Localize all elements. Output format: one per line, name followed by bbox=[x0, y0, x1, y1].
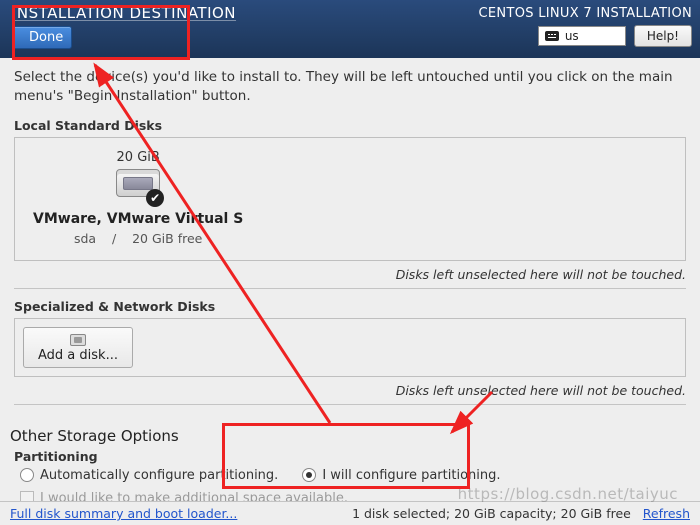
refresh-link[interactable]: Refresh bbox=[643, 506, 690, 521]
disk-free: 20 GiB free bbox=[132, 231, 202, 246]
disk-name: VMware, VMware Virtual S bbox=[33, 211, 243, 227]
disk-capacity: 20 GiB bbox=[117, 150, 160, 165]
disk-subinfo: sda / 20 GiB free bbox=[74, 231, 202, 246]
footer-status: 1 disk selected; 20 GiB capacity; 20 GiB… bbox=[352, 506, 631, 521]
full-disk-summary-link[interactable]: Full disk summary and boot loader... bbox=[10, 506, 237, 521]
footer-right: 1 disk selected; 20 GiB capacity; 20 GiB… bbox=[352, 506, 690, 521]
intro-text: Select the device(s) you'd like to insta… bbox=[0, 58, 700, 108]
radio-icon-selected bbox=[302, 468, 316, 482]
local-unselected-note: Disks left unselected here will not be t… bbox=[0, 261, 700, 284]
keyboard-layout-label: us bbox=[565, 29, 579, 43]
footer-bar: Full disk summary and boot loader... 1 d… bbox=[0, 501, 700, 525]
disk-tile[interactable]: 20 GiB ✔ VMware, VMware Virtual S sda / … bbox=[25, 146, 251, 248]
header-controls: us Help! bbox=[538, 25, 692, 47]
done-button[interactable]: Done bbox=[12, 26, 72, 49]
keyboard-icon bbox=[545, 31, 559, 41]
specialized-heading: Specialized & Network Disks bbox=[14, 299, 700, 314]
help-button[interactable]: Help! bbox=[634, 25, 692, 47]
local-disks-heading: Local Standard Disks bbox=[14, 118, 700, 133]
separator bbox=[14, 288, 686, 289]
partitioning-heading: Partitioning bbox=[14, 449, 700, 464]
radio-manual-partitioning[interactable]: I will configure partitioning. bbox=[302, 468, 500, 483]
keyboard-layout-selector[interactable]: us bbox=[538, 26, 626, 46]
disk-plus-icon bbox=[70, 334, 86, 346]
other-storage-heading: Other Storage Options bbox=[10, 427, 700, 445]
disk-device: sda bbox=[74, 231, 96, 246]
radio-manual-label: I will configure partitioning. bbox=[322, 468, 500, 483]
partitioning-radio-row: Automatically configure partitioning. I … bbox=[20, 468, 700, 483]
radio-icon bbox=[20, 468, 34, 482]
product-title: CENTOS LINUX 7 INSTALLATION bbox=[479, 6, 692, 21]
page-title: INSTALLATION DESTINATION bbox=[12, 4, 236, 22]
disk-icon-wrap: ✔ bbox=[116, 169, 160, 203]
separator-2 bbox=[14, 404, 686, 405]
header-left: INSTALLATION DESTINATION Done bbox=[12, 4, 236, 58]
local-disks-frame: 20 GiB ✔ VMware, VMware Virtual S sda / … bbox=[14, 137, 686, 261]
header-bar: INSTALLATION DESTINATION Done CENTOS LIN… bbox=[0, 0, 700, 58]
disk-sep: / bbox=[112, 231, 116, 246]
specialized-unselected-note: Disks left unselected here will not be t… bbox=[0, 377, 700, 400]
specialized-frame: Add a disk... bbox=[14, 318, 686, 377]
radio-auto-partitioning[interactable]: Automatically configure partitioning. bbox=[20, 468, 278, 483]
add-disk-button[interactable]: Add a disk... bbox=[23, 327, 133, 368]
radio-auto-label: Automatically configure partitioning. bbox=[40, 468, 278, 483]
add-disk-label: Add a disk... bbox=[38, 348, 118, 363]
checkmark-badge-icon: ✔ bbox=[146, 189, 164, 207]
header-right: CENTOS LINUX 7 INSTALLATION us Help! bbox=[479, 4, 692, 58]
